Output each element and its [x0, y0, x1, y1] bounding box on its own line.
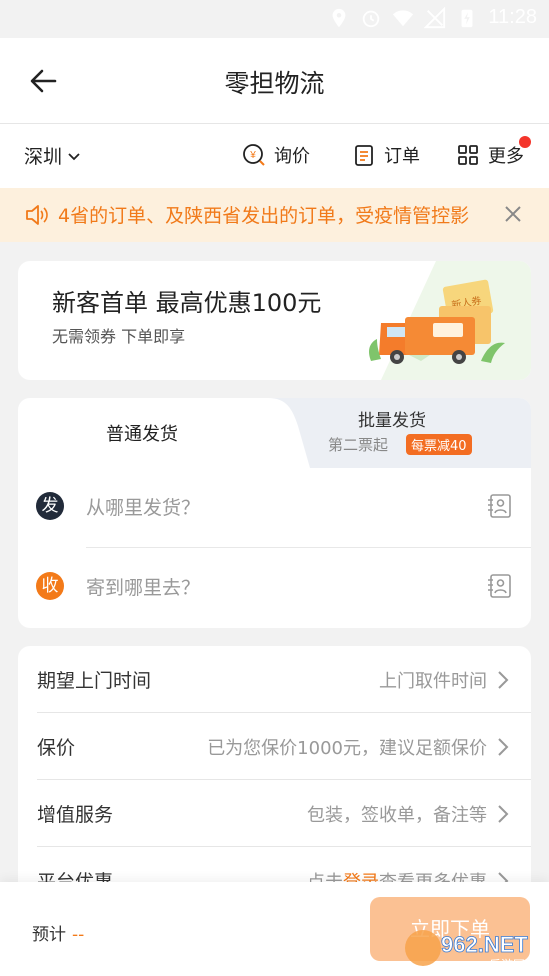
- price-inquiry-label: 询价: [274, 146, 310, 167]
- watermark-text: 962.NET: [441, 932, 528, 957]
- city-selector[interactable]: 深圳: [24, 142, 82, 169]
- value-added-services-value: 包装，签收单，备注等: [307, 805, 487, 826]
- location-icon: [333, 8, 346, 27]
- insurance-value: 已为您保价1000元，建议足额保价: [207, 738, 487, 759]
- pickup-time-label: 期望上门时间: [37, 670, 152, 692]
- price-inquiry-icon: ¥: [243, 144, 265, 166]
- estimate-value: --: [72, 925, 85, 945]
- price-estimate: 预计 --: [32, 920, 84, 945]
- status-time: 11:28: [488, 6, 537, 28]
- city-label: 深圳: [24, 146, 63, 168]
- no-signal-icon: [424, 6, 446, 28]
- close-icon[interactable]: [503, 204, 523, 224]
- speaker-icon: [26, 205, 48, 225]
- status-bar: 11:28: [0, 0, 549, 38]
- alarm-icon: [363, 10, 380, 27]
- grid-more-icon: [458, 145, 478, 165]
- insurance-label: 保价: [37, 737, 76, 759]
- watermark-subtext: 乐游网: [489, 958, 525, 972]
- address-book-icon[interactable]: [485, 572, 513, 600]
- estimate-label: 预计: [32, 925, 66, 945]
- delivery-truck-illustration: 新人券: [369, 261, 531, 380]
- wifi-icon: [393, 9, 414, 26]
- sender-address-input[interactable]: 从哪里发货？: [86, 493, 200, 520]
- batch-discount-tag: 每票减40: [406, 434, 472, 455]
- title-bar: 零担物流: [0, 38, 549, 124]
- address-book-icon[interactable]: [485, 492, 513, 520]
- promo-headline: 新客首单 最高优惠100元: [52, 289, 322, 317]
- sender-badge: 发: [36, 492, 64, 520]
- tab-batch-shipping[interactable]: 批量发货: [358, 406, 426, 431]
- chevron-right-icon: [498, 805, 509, 823]
- pickup-time-value: 上门取件时间: [379, 671, 487, 692]
- insurance-row[interactable]: 保价 已为您保价1000元，建议足额保价: [18, 713, 531, 780]
- chevron-right-icon: [498, 671, 509, 689]
- shipping-card: 普通发货 批量发货 第二票起 每票减40 发 从哪里发货？ 收 寄到哪里去？: [18, 398, 531, 628]
- receiver-address-row[interactable]: 收 寄到哪里去？: [18, 548, 531, 628]
- shipping-tabs: 普通发货 批量发货 第二票起 每票减40: [18, 398, 531, 468]
- orders-label: 订单: [384, 146, 420, 167]
- toolbar: 深圳 ¥ 询价 订单 更多: [0, 124, 549, 188]
- battery-charging-icon: [461, 9, 473, 27]
- promo-banner[interactable]: 新客首单 最高优惠100元 无需领券 下单即享 新人券: [18, 261, 531, 380]
- orders-button[interactable]: 订单: [352, 142, 420, 168]
- price-inquiry-button[interactable]: ¥ 询价: [242, 142, 310, 168]
- svg-text:¥: ¥: [249, 150, 256, 161]
- promo-subtitle: 无需领券 下单即享: [52, 327, 186, 346]
- order-list-icon: [355, 145, 373, 166]
- notification-dot: [519, 136, 531, 148]
- receiver-badge: 收: [36, 572, 64, 600]
- chevron-down-icon: [68, 152, 80, 160]
- more-button[interactable]: 更多: [456, 142, 524, 168]
- value-added-services-label: 增值服务: [37, 804, 114, 826]
- sender-address-row[interactable]: 发 从哪里发货？: [18, 468, 531, 548]
- receiver-address-input[interactable]: 寄到哪里去？: [86, 573, 200, 600]
- pickup-time-row[interactable]: 期望上门时间 上门取件时间: [18, 646, 531, 713]
- notice-bar[interactable]: 4省的订单、及陕西省发出的订单，受疫情管控影: [0, 188, 549, 242]
- site-watermark-logo: 962.NET 乐游网: [405, 930, 529, 972]
- value-added-services-row[interactable]: 增值服务 包装，签收单，备注等: [18, 780, 531, 847]
- page-title: 零担物流: [224, 69, 325, 98]
- more-label: 更多: [488, 146, 524, 167]
- notice-text: 4省的订单、及陕西省发出的订单，受疫情管控影: [58, 205, 470, 227]
- batch-shipping-subtitle: 第二票起: [328, 436, 389, 454]
- order-options: 期望上门时间 上门取件时间 保价 已为您保价1000元，建议足额保价 增值服务 …: [18, 646, 531, 906]
- tab-normal-shipping[interactable]: 普通发货: [106, 420, 178, 446]
- chevron-right-icon: [498, 738, 509, 756]
